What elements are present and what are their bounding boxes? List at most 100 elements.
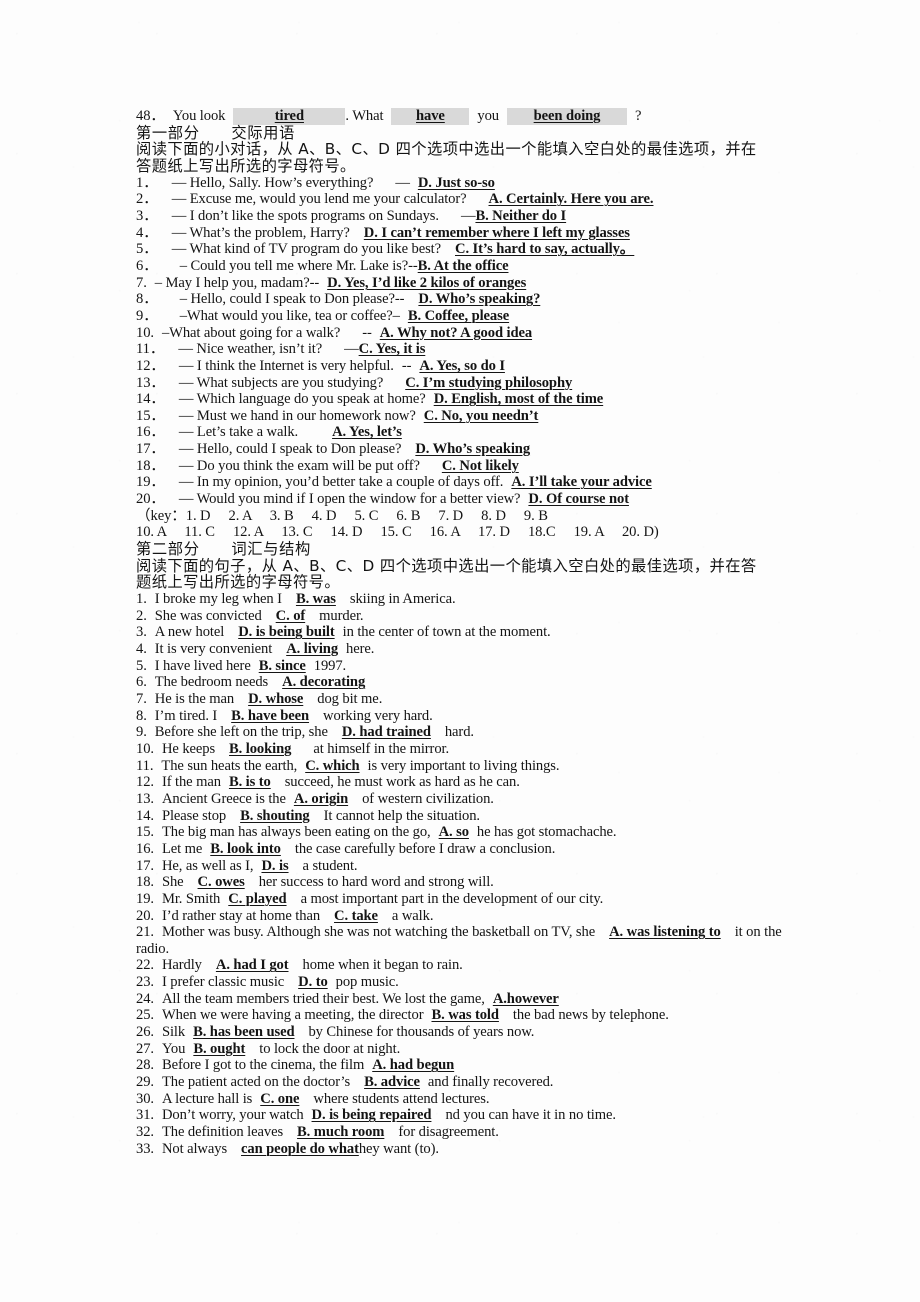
grammar-item: 3. A new hotel D. is being built in the cen… xyxy=(136,624,796,641)
item-answer[interactable]: B. was told xyxy=(431,1007,499,1023)
item-answer[interactable]: B. At the office xyxy=(418,258,509,274)
item-answer[interactable]: C. take xyxy=(334,908,378,924)
item-answer[interactable]: B. looking xyxy=(229,741,291,757)
item-stem-after: by Chinese for thousands of years now. xyxy=(308,1024,535,1041)
item-stem-before: I’d rather stay at home than xyxy=(161,907,321,924)
item-answer[interactable]: can people do what xyxy=(241,1141,359,1157)
item-answer[interactable]: D. Just so-so xyxy=(418,175,495,191)
item-number: 1. xyxy=(136,591,147,608)
item-stem-after: dog bit me. xyxy=(317,690,383,707)
item-answer[interactable]: D. whose xyxy=(248,691,303,707)
item-answer[interactable]: A. living xyxy=(286,641,338,657)
item-stem-after: pop music. xyxy=(335,974,399,991)
item-answer[interactable]: D. Yes, I’d like 2 kilos of oranges xyxy=(327,275,526,291)
item-answer[interactable]: B. since xyxy=(259,658,306,674)
item-answer[interactable]: C. I’m studying philosophy xyxy=(405,375,572,391)
grammar-item: 19. Mr. Smith C. played a most important pa… xyxy=(136,891,796,908)
grammar-item: 14. Please stop B. shouting It cannot help … xyxy=(136,808,796,825)
item-answer[interactable]: A. Certainly. Here you are. xyxy=(489,191,654,207)
item-stem-after: hard. xyxy=(444,724,474,741)
item-prompt: — I don’t like the spots programs on Sun… xyxy=(171,207,439,224)
item-answer[interactable]: D. is being repaired xyxy=(312,1107,432,1123)
item-answer[interactable]: C. It’s hard to say, actually。 xyxy=(455,241,634,257)
item-answer[interactable]: A. had I got xyxy=(216,957,289,973)
item-answer[interactable]: C. Not likely xyxy=(442,458,519,474)
grammar-item: 2. She was convicted C. of murder. xyxy=(136,608,796,625)
item-answer[interactable]: A. Yes, so do I xyxy=(419,358,505,374)
item-answer[interactable]: D. Who’s speaking xyxy=(415,441,530,457)
item-answer[interactable]: B. was xyxy=(296,591,336,607)
answer-key-line-1: （key：1. D 2. A 3. B 4. D 5. C 6. B 7. D … xyxy=(136,507,548,524)
dialogue-item: 20． — Would you mind if I open the window… xyxy=(136,491,796,508)
dialogue-item: 3． — I don’t like the spots programs on S… xyxy=(136,208,796,225)
item-number: 3. xyxy=(136,624,147,641)
item-stem-before: Don’t worry, your watch xyxy=(161,1107,304,1124)
item-answer[interactable]: D. I can’t remember where I left my glas… xyxy=(364,225,630,241)
item-answer[interactable]: C. of xyxy=(276,608,306,624)
item-answer[interactable]: D. English, most of the time xyxy=(434,391,604,407)
form-field-2[interactable]: have xyxy=(391,108,470,125)
item-answer[interactable]: A. origin xyxy=(294,791,348,807)
item-answer[interactable]: D. is xyxy=(261,858,288,874)
item-answer[interactable]: B. look into xyxy=(210,841,281,857)
item-stem-after: he has got stomachache. xyxy=(476,824,617,841)
item-answer[interactable]: D. had trained xyxy=(342,724,431,740)
item-answer[interactable]: C. which xyxy=(305,758,359,774)
item-answer[interactable]: A. had begun xyxy=(372,1057,454,1073)
item-number: 32. xyxy=(136,1124,154,1141)
item-stem-before: She was convicted xyxy=(154,607,262,624)
item-stem-after: It cannot help the situation. xyxy=(323,807,480,824)
grammar-item: 26. Silk B. has been used by Chinese for th… xyxy=(136,1024,796,1041)
item-stem-after: nd you can have it in no time. xyxy=(445,1107,616,1124)
item-number: 14. xyxy=(136,807,154,824)
grammar-item: 21. Mother was busy. Although she was not… xyxy=(136,924,796,957)
item-answer[interactable]: D. is being built xyxy=(238,624,335,640)
item-stem-before: The sun heats the earth, xyxy=(161,757,298,774)
item-answer[interactable]: B. have been xyxy=(231,708,309,724)
item-number: 9. xyxy=(136,724,147,741)
item-answer[interactable]: A. so xyxy=(439,824,469,840)
item-answer[interactable]: B. advice xyxy=(364,1074,420,1090)
item-prompt: — I think the Internet is very helpful. xyxy=(178,357,394,374)
item-dash: – xyxy=(392,307,400,324)
item-number: 7. xyxy=(136,690,147,707)
item-answer[interactable]: D. Of course not xyxy=(528,491,629,507)
item-answer[interactable]: D. Who’s speaking? xyxy=(418,291,540,307)
form-field-3[interactable]: been doing xyxy=(507,108,627,125)
item-answer[interactable]: C. No, you needn’t xyxy=(424,408,539,424)
item-stem-after: working very hard. xyxy=(323,707,433,724)
item-number: 10. xyxy=(136,740,154,757)
item-answer[interactable]: A. I’ll take your advice xyxy=(511,474,652,490)
item-answer[interactable]: C. one xyxy=(260,1091,299,1107)
item-stem-before: If the man xyxy=(161,774,221,791)
item-answer[interactable]: B. much room xyxy=(297,1124,384,1140)
item-stem-after: hey want (to). xyxy=(358,1140,439,1157)
item-answer[interactable]: C. played xyxy=(228,891,286,907)
item-answer[interactable]: A. Why not? A good idea xyxy=(380,325,532,341)
part1-item-list: 1． — Hello, Sally. How’s everything? — D. J… xyxy=(136,175,796,508)
dialogue-item: 6． – Could you tell me where Mr. Lake is?… xyxy=(136,258,796,275)
item-answer[interactable]: A. Yes, let’s xyxy=(332,424,402,440)
item-prompt: — In my opinion, you’d better take a cou… xyxy=(178,474,504,491)
item-answer[interactable]: B. has been used xyxy=(193,1024,295,1040)
item-answer[interactable]: B. Coffee, please xyxy=(408,308,509,324)
grammar-item: 12. If the man B. is to succeed, he must wo… xyxy=(136,774,796,791)
item-answer[interactable]: C. Yes, it is xyxy=(359,341,426,357)
item-answer[interactable]: B. Neither do I xyxy=(475,208,566,224)
item-answer[interactable]: B. shouting xyxy=(240,808,310,824)
item-answer[interactable]: D. to xyxy=(298,974,328,990)
item-stem-before: Before she left on the trip, she xyxy=(154,724,328,741)
item-number: 12． xyxy=(136,357,165,374)
dialogue-item: 13． — What subjects are you studying? C. I… xyxy=(136,375,796,392)
item-answer[interactable]: B. is to xyxy=(229,774,271,790)
item-answer[interactable]: A.however xyxy=(493,991,559,1007)
item-answer[interactable]: A. decorating xyxy=(282,674,365,690)
dialogue-item: 7. – May I help you, madam?-- D. Yes, I’d … xyxy=(136,275,796,292)
item-answer[interactable]: B. ought xyxy=(193,1041,245,1057)
item-answer[interactable]: A. was listening to xyxy=(609,924,721,940)
item-answer[interactable]: C. owes xyxy=(198,874,245,890)
form-field-1[interactable]: tired xyxy=(233,108,346,125)
item-stem-before: The big man has always been eating on th… xyxy=(161,824,431,841)
item-prompt: –What would you like, tea or coffee? xyxy=(179,307,393,324)
item-stem-before: Hardly xyxy=(161,957,202,974)
